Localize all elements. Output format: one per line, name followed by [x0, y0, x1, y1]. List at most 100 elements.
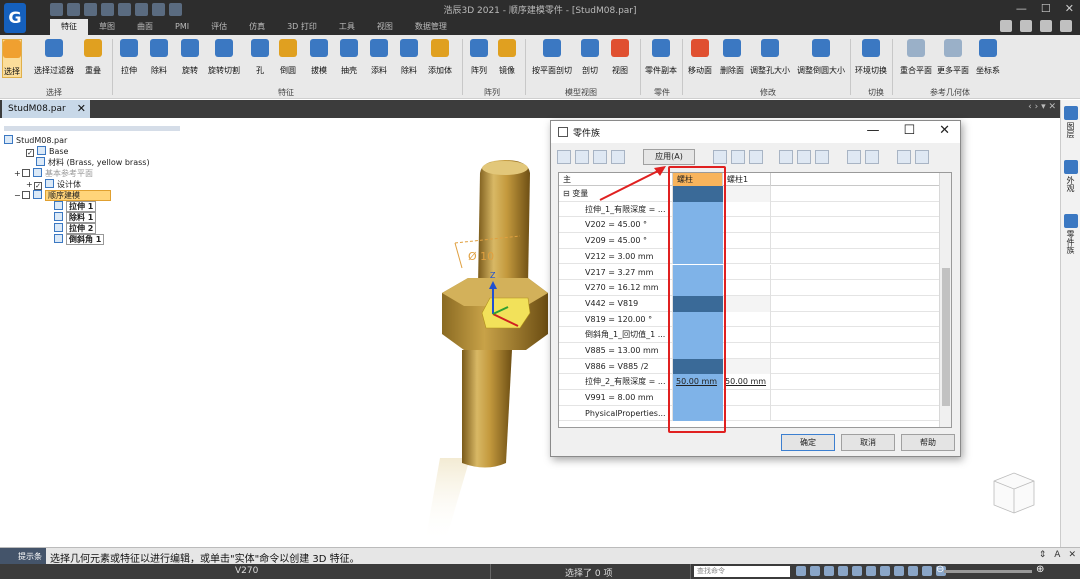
export-icon[interactable] — [865, 150, 879, 164]
close-icon[interactable]: ✕ — [939, 123, 950, 138]
variable-name-cell[interactable]: V202 = 45.00 ° — [559, 217, 673, 234]
last-member-icon[interactable] — [611, 150, 625, 164]
tree-node[interactable]: 除料 1 — [4, 212, 184, 223]
variable-name-cell[interactable]: V991 = 8.00 mm — [559, 390, 673, 406]
tree-node[interactable]: StudM08.par — [4, 135, 184, 146]
visibility-checkbox[interactable] — [22, 169, 30, 177]
column-main[interactable]: 主 — [559, 173, 673, 186]
cancel-button[interactable]: 取消 — [841, 434, 895, 451]
ribbon-tool[interactable]: 重叠 — [84, 39, 102, 76]
grid-row[interactable]: 倒斜角_1_回切值_1 ... — [559, 327, 939, 343]
ribbon-tool[interactable]: 镜像 — [498, 39, 516, 76]
views-icon[interactable] — [866, 566, 876, 576]
grid-row[interactable]: V886 = V885 /2 — [559, 358, 939, 375]
grid-row[interactable]: ⊟ 变量 — [559, 186, 939, 202]
variable-name-cell[interactable]: 拉伸_2_有限深度 = ... — [559, 374, 673, 391]
pan-icon[interactable] — [796, 566, 806, 576]
scroll-updown-icon[interactable]: ⇕ — [1039, 550, 1047, 560]
ribbon-tab[interactable]: 曲面 — [126, 19, 164, 35]
stud1-value-cell[interactable] — [723, 327, 771, 343]
options-icon[interactable] — [915, 150, 929, 164]
zoom-area-icon[interactable] — [810, 566, 820, 576]
stud1-value-cell[interactable] — [723, 280, 771, 296]
close-doc-icon[interactable] — [1060, 20, 1072, 32]
minimize-icon[interactable]: — — [866, 123, 879, 138]
column-stud1[interactable]: 螺柱1 — [723, 173, 771, 186]
ribbon-tool[interactable]: 环境切换 — [855, 39, 887, 76]
grid-row[interactable]: PhysicalProperties... — [559, 405, 939, 422]
ribbon-tool[interactable]: 零件副本 — [645, 39, 677, 76]
grid-row[interactable]: 拉伸_1_有限深度 = ... — [559, 201, 939, 218]
ribbon-tool[interactable]: 移动面 — [688, 39, 712, 76]
help-button[interactable]: 帮助 — [901, 434, 955, 451]
settings-icon[interactable] — [897, 150, 911, 164]
ribbon-tool[interactable]: 拉伸 — [120, 39, 138, 76]
grid-row[interactable]: 拉伸_2_有限深度 = ... 50.00 mm 50.00 mm — [559, 374, 939, 391]
variable-name-cell[interactable]: PhysicalProperties... — [559, 405, 673, 422]
variable-name-cell[interactable]: V212 = 3.00 mm — [559, 248, 673, 265]
ribbon-tool[interactable]: 按平面剖切 — [532, 39, 572, 76]
previous-member-icon[interactable] — [575, 150, 589, 164]
expand-icon[interactable]: − — [14, 190, 22, 201]
grid-row[interactable]: V212 = 3.00 mm — [559, 248, 939, 265]
variable-name-cell[interactable]: V209 = 45.00 ° — [559, 233, 673, 249]
side-panel-tab[interactable]: 图层 — [1062, 106, 1080, 140]
variable-name-cell[interactable]: V217 = 3.27 mm — [559, 264, 673, 281]
stud1-value-cell[interactable] — [723, 295, 771, 312]
maximize-icon[interactable]: ☐ — [1041, 2, 1051, 15]
collapse-icon[interactable]: ⊟ — [563, 189, 572, 198]
ribbon-tool[interactable]: 旋转 — [181, 39, 199, 76]
refresh-icon[interactable] — [797, 150, 811, 164]
ribbon-tool[interactable]: 坐标系 — [976, 39, 1000, 76]
variable-name-cell[interactable]: V819 = 120.00 ° — [559, 311, 673, 328]
visibility-checkbox[interactable]: ✓ — [26, 149, 34, 157]
zoom-icon[interactable] — [824, 566, 834, 576]
view-cube[interactable] — [988, 467, 1040, 517]
stud1-value-cell[interactable] — [723, 405, 771, 422]
ribbon-tool[interactable]: 选择 — [2, 39, 22, 78]
app-logo[interactable]: G — [4, 3, 26, 33]
print-icon[interactable] — [815, 150, 829, 164]
tree-node[interactable]: 拉伸 1 — [4, 201, 184, 212]
ribbon-tool[interactable]: 调整孔大小 — [750, 39, 790, 76]
stud1-value-cell[interactable] — [723, 248, 771, 265]
ribbon-tab[interactable]: 3D 打印 — [276, 19, 328, 35]
variable-name-cell[interactable]: V885 = 13.00 mm — [559, 343, 673, 359]
maximize-icon[interactable]: ☐ — [903, 123, 915, 138]
ribbon-tool[interactable]: 重合平面 — [900, 39, 932, 76]
side-panel-tab[interactable]: 零件族 — [1062, 214, 1080, 256]
ribbon-tool[interactable]: 更多平面 — [937, 39, 969, 76]
close-icon[interactable]: ✕ — [1065, 2, 1074, 15]
visibility-checkbox[interactable] — [22, 191, 30, 199]
shading-icon[interactable] — [880, 566, 890, 576]
side-panel-tab[interactable]: 外观 — [1062, 160, 1080, 194]
ribbon-tab[interactable]: PMI — [164, 19, 200, 35]
apply-button[interactable]: 应用(A) — [643, 149, 695, 165]
grid-scroll-thumb[interactable] — [942, 268, 950, 406]
import-icon[interactable] — [847, 150, 861, 164]
next-member-icon[interactable] — [593, 150, 607, 164]
ribbon-tab[interactable]: 仿真 — [238, 19, 276, 35]
tree-node[interactable]: ✓ Base — [4, 146, 184, 157]
restore-icon[interactable] — [1040, 20, 1052, 32]
ribbon-tool[interactable]: 删除面 — [720, 39, 744, 76]
ribbon-tab[interactable]: 评估 — [200, 19, 238, 35]
lighting-icon[interactable] — [922, 566, 932, 576]
zoom-slider[interactable] — [944, 570, 1032, 573]
stud1-value-cell[interactable] — [723, 358, 771, 375]
close-icon[interactable]: ✕ — [77, 100, 86, 118]
stud1-value-cell[interactable]: 50.00 mm — [723, 374, 771, 391]
ribbon-tab[interactable]: 数据管理 — [404, 19, 458, 35]
ribbon-tool[interactable]: 除料 — [400, 39, 418, 76]
display-icon[interactable] — [908, 566, 918, 576]
variable-grid[interactable]: 主 螺柱 螺柱1 ⊟ 变量 拉伸_1_有限深度 = ... V202 = 45.00… — [558, 172, 952, 428]
grid-row[interactable]: V442 = V819 — [559, 295, 939, 312]
grid-scrollbar[interactable] — [939, 173, 951, 427]
section-icon[interactable] — [894, 566, 904, 576]
stud1-value-cell[interactable] — [723, 217, 771, 234]
help-icon[interactable] — [1020, 20, 1032, 32]
ribbon-tool[interactable]: 拔模 — [310, 39, 328, 76]
stud1-value-cell[interactable] — [723, 343, 771, 359]
document-tab[interactable]: StudM08.par ✕ — [2, 100, 90, 118]
stud1-value-cell[interactable] — [723, 233, 771, 249]
